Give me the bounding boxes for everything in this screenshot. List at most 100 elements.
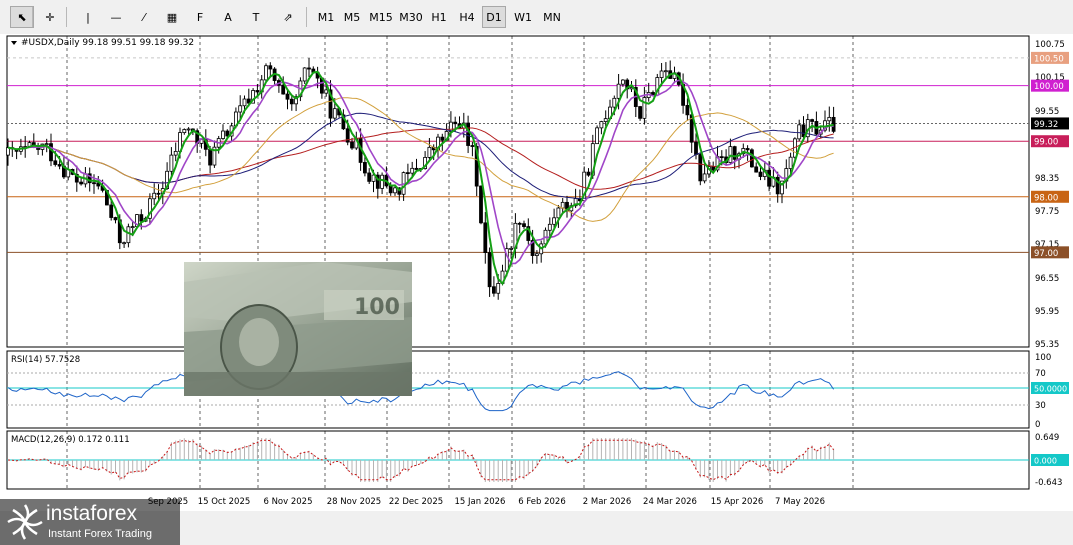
timeframe-mn-button[interactable]: MN bbox=[538, 6, 566, 28]
candle-body[interactable] bbox=[638, 106, 642, 119]
candle-body[interactable] bbox=[586, 171, 591, 176]
candle-body[interactable] bbox=[827, 116, 832, 122]
candle-body[interactable] bbox=[79, 181, 83, 185]
candle-body[interactable] bbox=[522, 223, 526, 227]
candle-body[interactable] bbox=[728, 146, 733, 163]
candle-body[interactable] bbox=[332, 108, 337, 119]
candle-body[interactable] bbox=[758, 171, 763, 177]
candle-body[interactable] bbox=[694, 141, 698, 155]
candle-body[interactable] bbox=[603, 118, 608, 122]
candle-body[interactable] bbox=[612, 97, 617, 108]
candle-body[interactable] bbox=[621, 79, 625, 85]
candle-body[interactable] bbox=[453, 121, 458, 125]
chart-canvas[interactable]: 100.75100.1599.5598.9598.3597.7597.1596.… bbox=[0, 34, 1073, 511]
candle-body[interactable] bbox=[664, 70, 668, 73]
candle-body[interactable] bbox=[285, 93, 290, 100]
candle-body[interactable] bbox=[797, 124, 802, 140]
arrows-tool-button[interactable]: ⇗ bbox=[276, 6, 300, 28]
candle-body[interactable] bbox=[255, 90, 260, 93]
candle-body[interactable] bbox=[388, 185, 393, 194]
candle-body[interactable] bbox=[810, 119, 814, 122]
candle-body[interactable] bbox=[169, 154, 174, 172]
candle-body[interactable] bbox=[732, 146, 737, 160]
candle-body[interactable] bbox=[547, 223, 552, 231]
candle-body[interactable] bbox=[517, 222, 522, 225]
main-price-panel[interactable] bbox=[6, 35, 1030, 348]
candle-body[interactable] bbox=[182, 129, 187, 133]
candle-body[interactable] bbox=[750, 149, 754, 168]
candle-body[interactable] bbox=[535, 253, 539, 256]
chart-window[interactable]: 100.75100.1599.5598.9598.3597.7597.1596.… bbox=[0, 34, 1073, 545]
candle-body[interactable] bbox=[173, 150, 178, 156]
candle-body[interactable] bbox=[53, 160, 58, 165]
candle-body[interactable] bbox=[556, 207, 561, 219]
candle-body[interactable] bbox=[685, 104, 690, 116]
candle-body[interactable] bbox=[410, 167, 415, 174]
candle-body[interactable] bbox=[380, 174, 385, 189]
candle-body[interactable] bbox=[483, 222, 488, 253]
candle-body[interactable] bbox=[642, 97, 647, 119]
text-label-tool-button[interactable]: T bbox=[244, 6, 268, 28]
candle-body[interactable] bbox=[242, 98, 247, 107]
candle-body[interactable] bbox=[208, 148, 213, 166]
cursor-tool-button[interactable]: ⬉ bbox=[10, 6, 34, 28]
candle-body[interactable] bbox=[719, 156, 724, 159]
timeframe-h4-button[interactable]: H4 bbox=[454, 6, 480, 28]
candle-body[interactable] bbox=[754, 166, 759, 173]
candle-body[interactable] bbox=[281, 84, 286, 95]
text-tool-button[interactable]: A bbox=[216, 6, 240, 28]
candle-body[interactable] bbox=[186, 128, 191, 131]
timeframe-m30-button[interactable]: M30 bbox=[398, 6, 424, 28]
candle-body[interactable] bbox=[367, 172, 372, 182]
candle-body[interactable] bbox=[238, 105, 243, 113]
timeframe-w1-button[interactable]: W1 bbox=[510, 6, 536, 28]
crosshair-tool-button[interactable]: ✛ bbox=[38, 6, 62, 28]
timeframe-m5-button[interactable]: M5 bbox=[340, 6, 364, 28]
candle-body[interactable] bbox=[307, 67, 311, 70]
candle-body[interactable] bbox=[44, 143, 49, 146]
trendline-tool-button[interactable]: ⁄ bbox=[132, 6, 156, 28]
candle-body[interactable] bbox=[405, 172, 410, 175]
candle-body[interactable] bbox=[595, 127, 599, 145]
candle-body[interactable] bbox=[487, 252, 492, 288]
candle-body[interactable] bbox=[711, 166, 716, 171]
candle-body[interactable] bbox=[659, 70, 664, 78]
candle-body[interactable] bbox=[479, 185, 483, 224]
candle-body[interactable] bbox=[126, 226, 131, 244]
candle-body[interactable] bbox=[92, 182, 96, 185]
candle-body[interactable] bbox=[156, 192, 161, 195]
candle-body[interactable] bbox=[49, 143, 53, 162]
timeframe-m1-button[interactable]: M1 bbox=[314, 6, 338, 28]
candle-body[interactable] bbox=[221, 130, 225, 139]
candle-body[interactable] bbox=[130, 226, 135, 229]
candle-body[interactable] bbox=[264, 65, 268, 81]
candle-body[interactable] bbox=[152, 192, 157, 200]
candle-body[interactable] bbox=[616, 83, 621, 99]
candle-body[interactable] bbox=[599, 121, 604, 129]
candle-body[interactable] bbox=[698, 154, 703, 182]
candle-body[interactable] bbox=[496, 283, 501, 294]
timeframe-d1-button[interactable]: D1 bbox=[482, 6, 506, 28]
candle-body[interactable] bbox=[57, 164, 62, 167]
horizontal-line-tool-button[interactable]: — bbox=[104, 6, 128, 28]
candle-body[interactable] bbox=[491, 286, 496, 294]
candle-body[interactable] bbox=[362, 162, 367, 174]
candle-body[interactable] bbox=[466, 122, 471, 146]
fibonacci-tool-button[interactable]: F bbox=[188, 6, 212, 28]
timeframe-h1-button[interactable]: H1 bbox=[426, 6, 452, 28]
candle-body[interactable] bbox=[268, 65, 273, 70]
channel-tool-button[interactable]: ▦ bbox=[160, 6, 184, 28]
vertical-line-tool-button[interactable]: | bbox=[76, 6, 100, 28]
candle-body[interactable] bbox=[788, 156, 793, 169]
candle-body[interactable] bbox=[225, 130, 230, 137]
candle-body[interactable] bbox=[122, 242, 126, 245]
candle-body[interactable] bbox=[324, 89, 329, 94]
candle-body[interactable] bbox=[470, 145, 475, 147]
candle-body[interactable] bbox=[440, 136, 445, 141]
candle-body[interactable] bbox=[702, 173, 707, 182]
candle-body[interactable] bbox=[427, 146, 432, 158]
candle-body[interactable] bbox=[289, 98, 294, 105]
candle-body[interactable] bbox=[414, 167, 419, 170]
candle-body[interactable] bbox=[552, 217, 556, 225]
candle-body[interactable] bbox=[139, 214, 144, 222]
